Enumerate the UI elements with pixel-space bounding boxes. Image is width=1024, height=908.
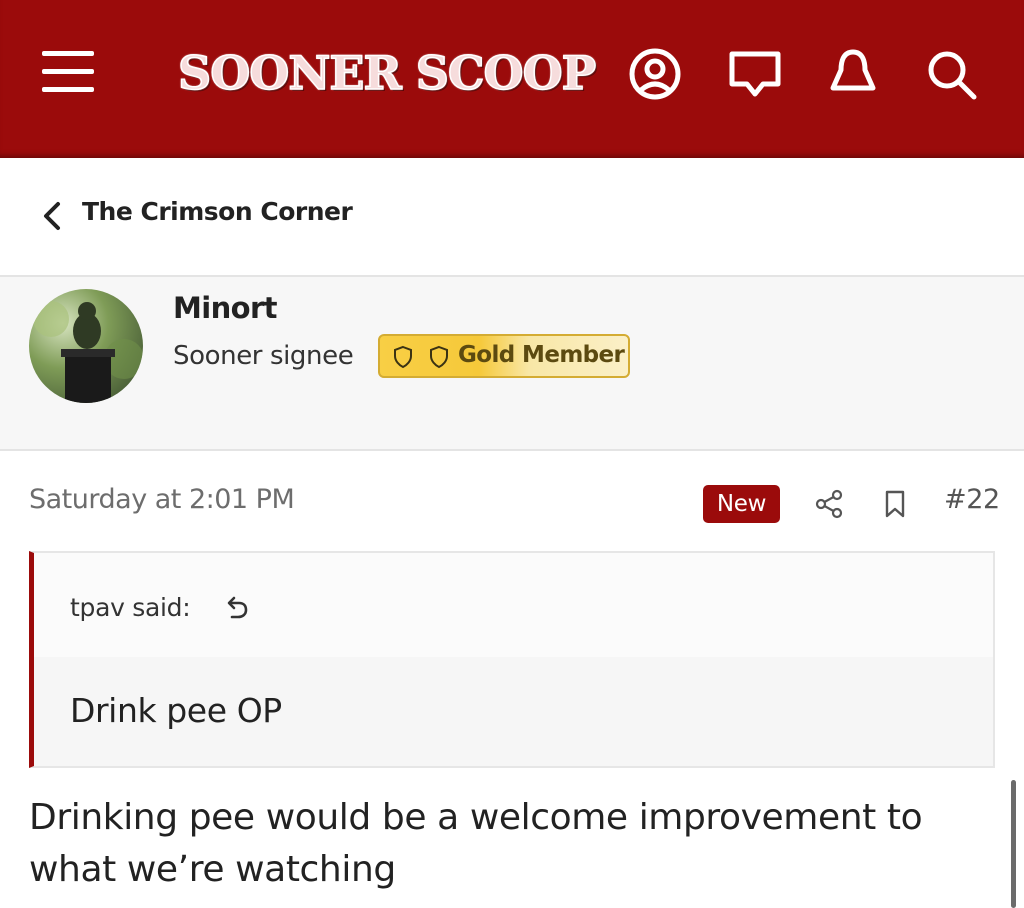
alerts-icon[interactable] — [825, 44, 881, 104]
search-icon[interactable] — [924, 44, 980, 104]
shield-icon — [428, 345, 450, 369]
menu-icon-bar-bottom — [42, 87, 94, 92]
bookmark-icon[interactable] — [880, 488, 910, 520]
author-title: Sooner signee — [173, 341, 354, 371]
messages-icon[interactable] — [727, 44, 783, 104]
post-date[interactable]: Saturday at 2:01 PM — [29, 484, 295, 515]
menu-button[interactable] — [38, 45, 98, 99]
shield-icon — [392, 345, 414, 369]
chevron-left-icon[interactable] — [36, 198, 68, 234]
account-icon[interactable] — [627, 44, 683, 104]
jump-to-quote-icon[interactable] — [222, 593, 250, 623]
menu-icon-bar-middle — [42, 69, 94, 74]
post-author: Minort Sooner signee Gold Member — [0, 277, 1024, 451]
author-username[interactable]: Minort — [173, 291, 278, 325]
menu-icon-bar-top — [42, 51, 94, 56]
breadcrumb-forum-link[interactable]: The Crimson Corner — [82, 197, 353, 226]
post-body: Drinking pee would be a welcome improvem… — [29, 797, 923, 890]
site-header: SOONER SCOOP — [0, 0, 1024, 158]
gold-member-badge: Gold Member — [378, 334, 630, 378]
new-badge: New — [703, 485, 780, 523]
scrollbar[interactable] — [1011, 780, 1016, 908]
avatar[interactable] — [29, 289, 143, 403]
badge-label: Gold Member — [458, 342, 625, 368]
post-number-link[interactable]: #22 — [944, 484, 1000, 515]
breadcrumb: The Crimson Corner — [0, 158, 1024, 277]
quote-text: Drink pee OP — [70, 691, 282, 730]
site-logo[interactable]: SOONER SCOOP — [177, 40, 597, 106]
quote-author[interactable]: tpav said: — [70, 593, 191, 622]
quote-header: tpav said: — [34, 553, 993, 657]
share-icon[interactable] — [814, 488, 844, 520]
quote-block: tpav said: Drink pee OP — [29, 551, 995, 768]
